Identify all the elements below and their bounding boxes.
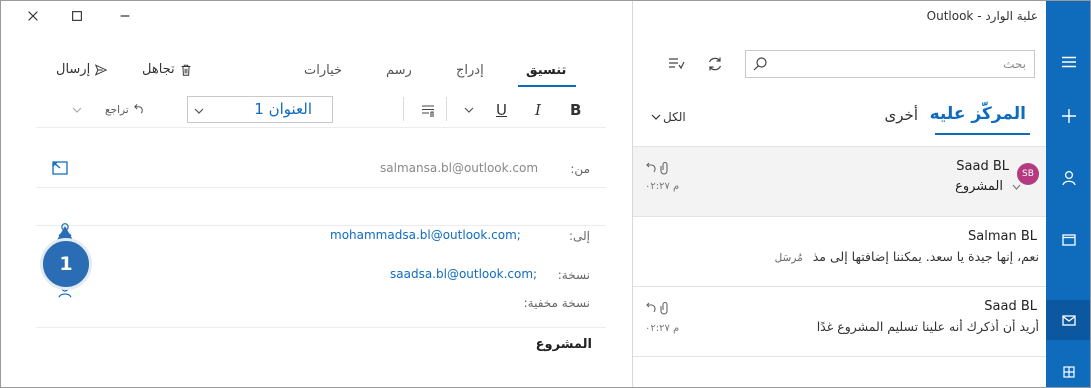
minimize-window-icon[interactable] [118,8,136,24]
underline-button[interactable]: U [496,101,507,119]
trash-icon [181,64,191,76]
message-list-pane: علبة الوارد - Outlook بحث المركّز عليه أ… [632,0,1047,388]
paragraph-format-icon[interactable] [420,103,436,119]
message-time: م ٠٢:٢٧ [645,323,680,334]
list-item[interactable]: Salman BL نعم، إنها جيدة يا سعد. يمكننا … [633,216,1047,286]
search-icon [753,57,767,71]
tab-options[interactable]: خيارات [304,63,342,78]
send-icon [94,63,108,76]
tab-draw[interactable]: رسم [386,63,412,78]
sent-status: مُرسَل [774,252,803,264]
from-label: من: [570,162,590,176]
menu-icon[interactable] [1046,42,1091,82]
italic-button[interactable]: I [535,101,541,119]
focused-underline [935,133,1030,135]
sender-name: Saad BL [956,159,1009,174]
mail-icon[interactable] [1046,300,1091,340]
active-tab-underline [518,85,576,87]
callout-badge: 1 [40,238,92,290]
bold-button[interactable]: B [570,101,581,119]
from-field[interactable]: من: salmansa.bl@outlook.com [36,150,606,188]
preview-text: أريد أن أذكرك أنه علينا تسليم المشروع غد… [816,319,1039,334]
chevron-down-icon[interactable] [464,106,474,114]
filter-dropdown[interactable]: الكل [663,110,686,124]
cc-value: saadsa.bl@outlook.com; [390,267,538,281]
bcc-label: نسخة مخفية: [523,296,590,310]
tab-insert[interactable]: إدراج [456,63,484,78]
avatar: SB [1017,163,1039,185]
tab-format[interactable]: تنسيق [526,63,566,78]
close-window-icon[interactable] [26,8,44,24]
send-button[interactable]: إرسال [56,62,108,77]
mailbox-icon[interactable] [50,158,70,178]
window-title: علبة الوارد - Outlook [926,9,1038,23]
send-label: إرسال [56,62,91,77]
maximize-window-icon[interactable] [70,8,88,24]
chevron-down-icon[interactable] [72,106,82,114]
undo-button[interactable]: تراجع [105,103,145,116]
people-icon[interactable] [1046,158,1091,198]
message-time: م ٠٢:٢٧ [645,181,680,192]
calendar-icon[interactable] [1046,220,1091,260]
list-divider [633,356,1047,357]
sync-icon[interactable] [706,55,724,73]
tab-other[interactable]: أخرى [885,106,918,124]
toolbar-divider [403,97,404,121]
sender-name: Salman BL [968,229,1037,244]
search-box[interactable]: بحث [745,50,1035,78]
tab-focused[interactable]: المركّز عليه [930,104,1026,124]
sender-name: Saad BL [984,299,1037,314]
bcc-field[interactable]: نسخة مخفية: [36,290,606,328]
undo-icon [133,104,143,114]
reply-attachment-icon [646,161,668,175]
list-item[interactable]: Saad BL أريد أن أذكرك أنه علينا تسليم ال… [633,286,1047,356]
chevron-down-icon[interactable] [1012,183,1021,191]
from-value: salmansa.bl@outlook.com [380,161,539,175]
preview-text: نعم، إنها جيدة يا سعد. يمكننا إضافتها إل… [812,249,1039,264]
message-preview: أريد أن أذكرك أنه علينا تسليم المشروع غد… [699,319,1039,334]
nav-rail [1046,0,1091,388]
filter-icon[interactable] [667,55,685,73]
discard-label: تجاهل [142,62,175,77]
reply-attachment-icon [646,301,668,315]
compose-pane: تنسيق إدراج رسم خيارات تجاهل إرسال B I U… [0,0,632,388]
outlook-window: تنسيق إدراج رسم خيارات تجاهل إرسال B I U… [0,0,1091,388]
subject-field[interactable]: المشروع [536,337,592,352]
message-preview: نعم، إنها جيدة يا سعد. يمكننا إضافتها إل… [643,249,1039,264]
grid-icon[interactable] [1046,352,1091,388]
chevron-down-icon[interactable] [651,113,661,121]
toolbar-divider [446,97,447,121]
discard-button[interactable]: تجاهل [142,62,193,77]
to-field[interactable]: إلى: mohammadsa.bl@outlook.com; [36,188,606,243]
list-item[interactable]: SB Saad BL المشروع م ٠٢:٢٧ [633,146,1047,216]
cc-field[interactable]: نسخة: saadsa.bl@outlook.com; [36,226,606,282]
undo-label: تراجع [105,103,129,116]
style-value: العنوان 1 [254,100,312,118]
paragraph-style-select[interactable]: العنوان 1 [187,96,333,123]
chevron-down-icon [194,108,204,114]
search-placeholder: بحث [1003,57,1026,71]
message-subject: المشروع [955,179,1003,194]
cc-label: نسخة: [557,268,590,282]
new-icon[interactable] [1046,96,1091,136]
